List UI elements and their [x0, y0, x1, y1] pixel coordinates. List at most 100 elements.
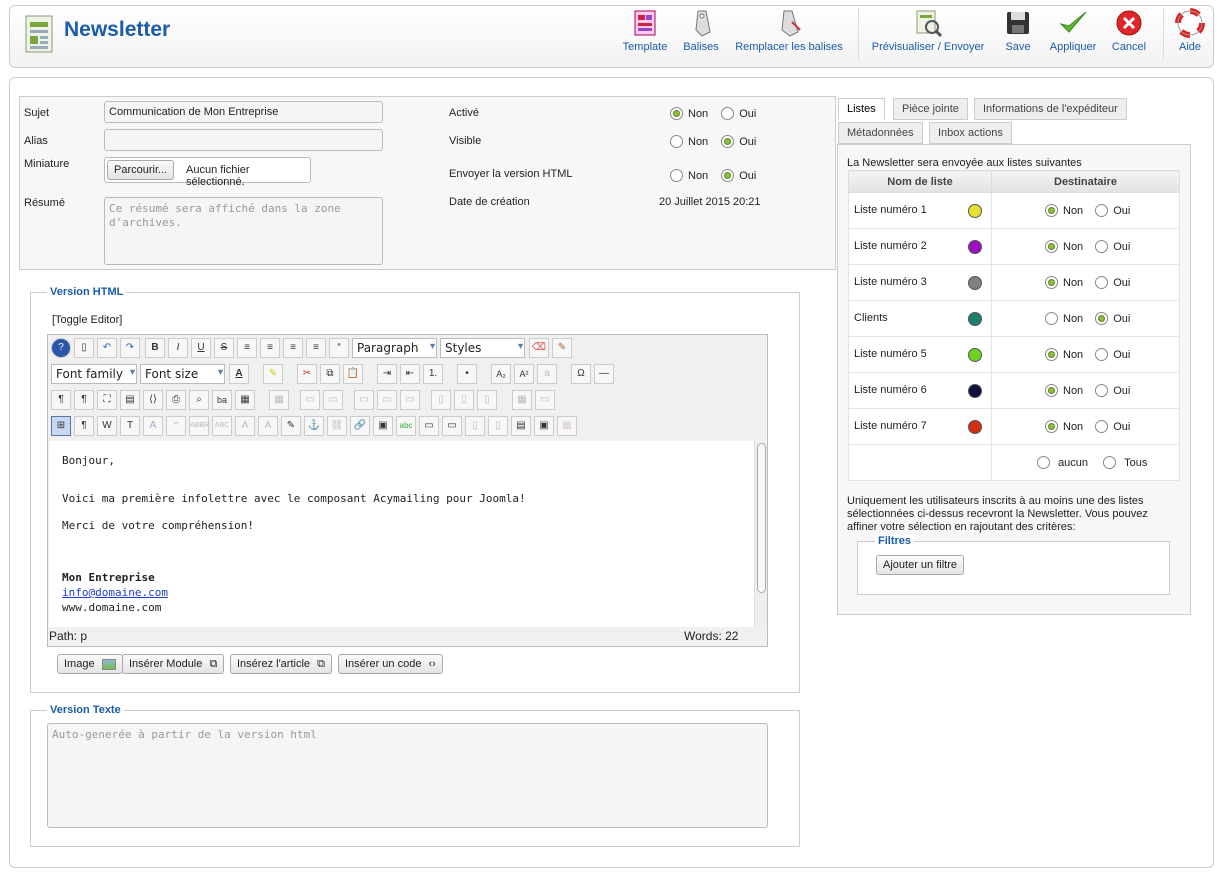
insert-col-before-icon[interactable]: ▯ [431, 390, 451, 410]
del-icon[interactable]: A [235, 416, 255, 436]
table-icon[interactable]: ▦ [235, 390, 255, 410]
undo-icon[interactable]: ↶ [97, 338, 117, 358]
resume-textarea[interactable]: Ce résumé sera affiché dans la zone d'ar… [104, 197, 383, 265]
help-button[interactable]: Aide [1170, 8, 1210, 53]
list-oui-radio[interactable] [1095, 312, 1109, 325]
rtl-icon[interactable]: ¶ [74, 390, 94, 410]
new-document-icon[interactable]: ▯ [74, 338, 94, 358]
visual-aid-icon[interactable]: ⊞ [51, 416, 71, 436]
visible-oui-radio[interactable] [721, 135, 735, 148]
balises-button[interactable]: Balises [681, 8, 721, 53]
fullscreen-icon[interactable]: ⛶ [97, 390, 117, 410]
insert-char-disabled-icon[interactable]: a [537, 364, 557, 384]
delete-col-icon[interactable]: ▯ [477, 390, 497, 410]
insert-row-after-icon[interactable]: ▭ [377, 390, 397, 410]
alias-input[interactable] [104, 129, 383, 151]
underline-icon[interactable]: U [191, 338, 211, 358]
italic-icon[interactable]: I [168, 338, 188, 358]
file-picker[interactable]: Parcourir... Aucun fichier sélectionné. [104, 157, 311, 188]
sujet-input[interactable]: Communication de Mon Entreprise [104, 101, 383, 123]
cancel-button[interactable]: Cancel [1108, 8, 1150, 53]
toggle-editor-link[interactable]: [Toggle Editor] [52, 314, 122, 326]
cleanup-icon[interactable]: ✎ [552, 338, 572, 358]
tab-informations-expediteur[interactable]: Informations de l'expéditeur [974, 98, 1127, 120]
abbr-icon[interactable]: ABBR [189, 416, 209, 436]
superscript-icon[interactable]: A² [514, 364, 534, 384]
redo-icon[interactable]: ↷ [120, 338, 140, 358]
select-all-radio[interactable] [1103, 456, 1117, 469]
apply-button[interactable]: Appliquer [1046, 8, 1100, 53]
insert-module-button[interactable]: Insérer Module ⧉ [122, 654, 225, 674]
copy-icon[interactable]: ⧉ [320, 364, 340, 384]
browse-button[interactable]: Parcourir... [107, 160, 175, 180]
list-non-radio[interactable] [1045, 384, 1058, 397]
attributes-icon[interactable]: ✎ [281, 416, 301, 436]
insert-code-button[interactable]: Insérer un code ‹› [338, 654, 443, 674]
split-cells-icon[interactable]: ▦ [512, 390, 532, 410]
help-icon[interactable]: ? [51, 338, 71, 358]
align-left-icon[interactable]: ≡ [283, 338, 303, 358]
text-color-icon[interactable]: A [229, 364, 249, 384]
bullet-list-icon[interactable]: • [457, 364, 477, 384]
justify-icon[interactable]: ≡ [237, 338, 257, 358]
absolute-icon[interactable]: ▭ [442, 416, 462, 436]
unlink-icon[interactable]: ⛓ [327, 416, 347, 436]
align-right-icon[interactable]: ≡ [306, 338, 326, 358]
list-non-radio[interactable] [1045, 348, 1058, 361]
find-icon[interactable]: ⌕ [189, 390, 209, 410]
styles-select[interactable]: Styles [440, 338, 525, 358]
indent-icon[interactable]: ⇥ [377, 364, 397, 384]
row-props-icon[interactable]: ▭ [300, 390, 320, 410]
active-oui-radio[interactable] [721, 107, 735, 120]
list-non-radio[interactable] [1045, 204, 1058, 217]
forward-icon[interactable]: ▯ [465, 416, 485, 436]
list-oui-radio[interactable] [1095, 204, 1109, 217]
strikethrough-icon[interactable]: S [214, 338, 234, 358]
eraser-icon[interactable]: ⌫ [529, 338, 549, 358]
show-blocks-icon[interactable]: ¶ [74, 416, 94, 436]
list-oui-radio[interactable] [1095, 348, 1109, 361]
backward-icon[interactable]: ▯ [488, 416, 508, 436]
paste-word-icon[interactable]: W [97, 416, 117, 436]
tab-metadonnees[interactable]: Métadonnées [838, 122, 923, 144]
tab-inbox-actions[interactable]: Inbox actions [929, 122, 1012, 144]
merge-cells-icon[interactable]: ▭ [535, 390, 555, 410]
spellcheck-icon[interactable]: abc [396, 416, 416, 436]
template-button[interactable]: Template [620, 8, 670, 53]
cell-props-icon[interactable]: ▭ [323, 390, 343, 410]
font-size-select[interactable]: Font size [140, 364, 225, 384]
bold-icon[interactable]: B [145, 338, 165, 358]
html-source-icon[interactable]: ⟨⟩ [143, 390, 163, 410]
select-none-radio[interactable] [1037, 456, 1050, 469]
list-oui-radio[interactable] [1095, 420, 1109, 433]
add-filter-button[interactable]: Ajouter un filtre [876, 555, 964, 575]
preview-send-button[interactable]: Prévisualiser / Envoyer [868, 8, 988, 53]
visible-non-radio[interactable] [670, 135, 683, 148]
list-non-radio[interactable] [1045, 276, 1058, 289]
template-insert-icon[interactable]: ▤ [120, 390, 140, 410]
acronym-icon[interactable]: ABC [212, 416, 232, 436]
insert-article-button[interactable]: Insérez l'article ⧉ [230, 654, 332, 674]
tab-piece-jointe[interactable]: Pièce jointe [893, 98, 968, 120]
cut-icon[interactable]: ✂ [297, 364, 317, 384]
layer-icon[interactable]: ▭ [419, 416, 439, 436]
styles-icon[interactable]: A [143, 416, 163, 436]
email-link[interactable]: info@domaine.com [62, 585, 741, 600]
highlight-icon[interactable]: ✎ [263, 364, 283, 384]
save-button[interactable]: Save [998, 8, 1038, 53]
insert-col-after-icon[interactable]: ▯ [454, 390, 474, 410]
active-non-radio[interactable] [670, 107, 683, 120]
image-button[interactable]: Image [57, 654, 123, 674]
print-icon[interactable]: ⎙ [166, 390, 186, 410]
list-non-radio[interactable] [1045, 312, 1058, 325]
blockquote-icon[interactable]: “ [329, 338, 349, 358]
paste-icon[interactable]: 📋 [343, 364, 363, 384]
ordered-list-icon[interactable]: 1. [423, 364, 443, 384]
subscript-icon[interactable]: A₂ [491, 364, 511, 384]
ltr-icon[interactable]: ¶ [51, 390, 71, 410]
replace-tags-button[interactable]: Remplacer les balises [733, 8, 845, 53]
special-char-icon[interactable]: Ω [571, 364, 591, 384]
emotions-icon[interactable]: ▦ [557, 416, 577, 436]
text-version-textarea[interactable]: Auto-generée à partir de la version html [47, 723, 768, 828]
image-insert-icon[interactable]: ▣ [373, 416, 393, 436]
